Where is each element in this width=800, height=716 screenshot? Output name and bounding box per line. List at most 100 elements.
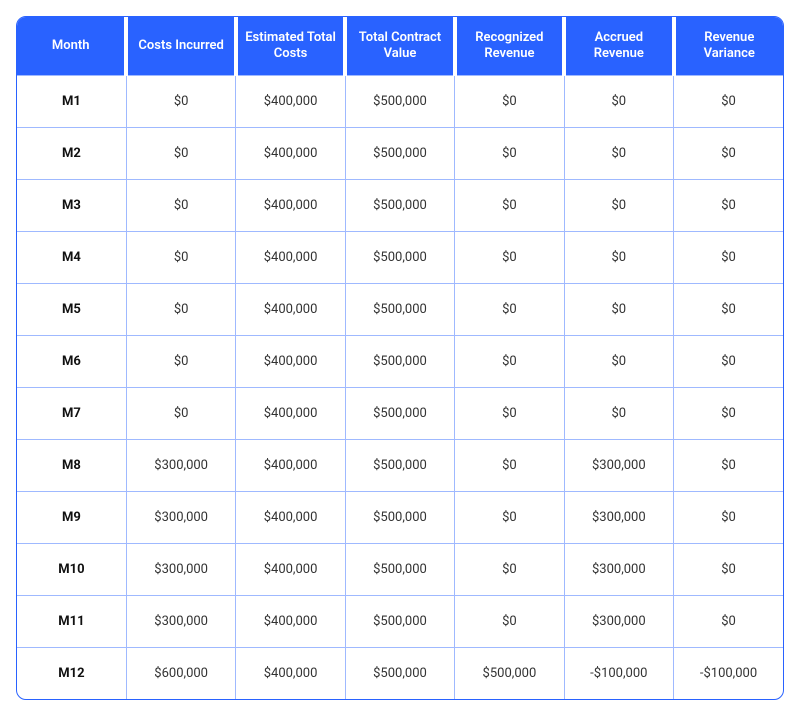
cell-total-contract-value: $500,000: [345, 543, 454, 595]
cell-month: M7: [17, 387, 126, 439]
cell-revenue-variance: $0: [674, 439, 783, 491]
cell-month: M1: [17, 75, 126, 127]
cell-costs-incurred: $0: [126, 283, 235, 335]
col-header-recognized-revenue: Recognized Revenue: [455, 17, 564, 75]
table-row: M8$300,000$400,000$500,000$0$300,000$0: [17, 439, 783, 491]
cell-recognized-revenue: $0: [455, 127, 564, 179]
cell-estimated-total-costs: $400,000: [236, 335, 345, 387]
cell-revenue-variance: $0: [674, 283, 783, 335]
cell-accrued-revenue: $0: [564, 335, 673, 387]
cell-total-contract-value: $500,000: [345, 75, 454, 127]
cell-month: M3: [17, 179, 126, 231]
col-header-estimated-total-costs: Estimated Total Costs: [236, 17, 345, 75]
cell-month: M5: [17, 283, 126, 335]
cell-total-contract-value: $500,000: [345, 335, 454, 387]
table-row: M9$300,000$400,000$500,000$0$300,000$0: [17, 491, 783, 543]
cell-month: M2: [17, 127, 126, 179]
cell-month: M4: [17, 231, 126, 283]
cell-recognized-revenue: $0: [455, 283, 564, 335]
cell-accrued-revenue: $0: [564, 387, 673, 439]
cell-recognized-revenue: $0: [455, 75, 564, 127]
cell-estimated-total-costs: $400,000: [236, 387, 345, 439]
cell-estimated-total-costs: $400,000: [236, 179, 345, 231]
table-row: M4$0$400,000$500,000$0$0$0: [17, 231, 783, 283]
col-header-month: Month: [17, 17, 126, 75]
table-row: M11$300,000$400,000$500,000$0$300,000$0: [17, 595, 783, 647]
cell-estimated-total-costs: $400,000: [236, 127, 345, 179]
cell-total-contract-value: $500,000: [345, 595, 454, 647]
cell-costs-incurred: $0: [126, 127, 235, 179]
table-row: M3$0$400,000$500,000$0$0$0: [17, 179, 783, 231]
cell-revenue-variance: $0: [674, 491, 783, 543]
cell-estimated-total-costs: $400,000: [236, 595, 345, 647]
cell-estimated-total-costs: $400,000: [236, 543, 345, 595]
table-body: M1$0$400,000$500,000$0$0$0M2$0$400,000$5…: [17, 75, 783, 699]
col-header-total-contract-value: Total Contract Value: [345, 17, 454, 75]
cell-revenue-variance: $0: [674, 543, 783, 595]
cell-month: M8: [17, 439, 126, 491]
cell-revenue-variance: $0: [674, 75, 783, 127]
cell-recognized-revenue: $0: [455, 387, 564, 439]
cell-revenue-variance: $0: [674, 127, 783, 179]
cell-recognized-revenue: $0: [455, 231, 564, 283]
cell-estimated-total-costs: $400,000: [236, 283, 345, 335]
cell-accrued-revenue: $300,000: [564, 543, 673, 595]
cell-total-contract-value: $500,000: [345, 231, 454, 283]
cell-total-contract-value: $500,000: [345, 127, 454, 179]
cell-recognized-revenue: $0: [455, 335, 564, 387]
cell-total-contract-value: $500,000: [345, 179, 454, 231]
cell-costs-incurred: $0: [126, 179, 235, 231]
revenue-table: Month Costs Incurred Estimated Total Cos…: [17, 17, 783, 699]
cell-costs-incurred: $300,000: [126, 491, 235, 543]
cell-accrued-revenue: $300,000: [564, 439, 673, 491]
cell-total-contract-value: $500,000: [345, 439, 454, 491]
cell-total-contract-value: $500,000: [345, 283, 454, 335]
cell-revenue-variance: $0: [674, 387, 783, 439]
table-row: M7$0$400,000$500,000$0$0$0: [17, 387, 783, 439]
cell-accrued-revenue: $0: [564, 283, 673, 335]
cell-costs-incurred: $300,000: [126, 439, 235, 491]
cell-month: M9: [17, 491, 126, 543]
table-row: M10$300,000$400,000$500,000$0$300,000$0: [17, 543, 783, 595]
cell-recognized-revenue: $0: [455, 179, 564, 231]
cell-accrued-revenue: -$100,000: [564, 647, 673, 699]
cell-costs-incurred: $600,000: [126, 647, 235, 699]
cell-revenue-variance: $0: [674, 335, 783, 387]
table-row: M2$0$400,000$500,000$0$0$0: [17, 127, 783, 179]
col-header-revenue-variance: Revenue Variance: [674, 17, 783, 75]
cell-revenue-variance: $0: [674, 179, 783, 231]
cell-accrued-revenue: $0: [564, 75, 673, 127]
cell-month: M12: [17, 647, 126, 699]
cell-accrued-revenue: $300,000: [564, 491, 673, 543]
cell-costs-incurred: $0: [126, 335, 235, 387]
cell-total-contract-value: $500,000: [345, 647, 454, 699]
table-row: M5$0$400,000$500,000$0$0$0: [17, 283, 783, 335]
table-row: M12$600,000$400,000$500,000$500,000-$100…: [17, 647, 783, 699]
cell-revenue-variance: $0: [674, 595, 783, 647]
cell-recognized-revenue: $500,000: [455, 647, 564, 699]
cell-accrued-revenue: $0: [564, 231, 673, 283]
cell-costs-incurred: $300,000: [126, 595, 235, 647]
cell-revenue-variance: -$100,000: [674, 647, 783, 699]
cell-costs-incurred: $0: [126, 387, 235, 439]
cell-costs-incurred: $0: [126, 75, 235, 127]
cell-recognized-revenue: $0: [455, 543, 564, 595]
table-row: M6$0$400,000$500,000$0$0$0: [17, 335, 783, 387]
cell-month: M10: [17, 543, 126, 595]
revenue-table-container: Month Costs Incurred Estimated Total Cos…: [16, 16, 784, 700]
cell-recognized-revenue: $0: [455, 439, 564, 491]
table-header: Month Costs Incurred Estimated Total Cos…: [17, 17, 783, 75]
cell-total-contract-value: $500,000: [345, 491, 454, 543]
cell-recognized-revenue: $0: [455, 491, 564, 543]
cell-accrued-revenue: $300,000: [564, 595, 673, 647]
cell-total-contract-value: $500,000: [345, 387, 454, 439]
col-header-costs-incurred: Costs Incurred: [126, 17, 235, 75]
cell-estimated-total-costs: $400,000: [236, 75, 345, 127]
col-header-accrued-revenue: Accrued Revenue: [564, 17, 673, 75]
cell-revenue-variance: $0: [674, 231, 783, 283]
cell-month: M6: [17, 335, 126, 387]
cell-estimated-total-costs: $400,000: [236, 231, 345, 283]
cell-costs-incurred: $0: [126, 231, 235, 283]
cell-estimated-total-costs: $400,000: [236, 491, 345, 543]
cell-costs-incurred: $300,000: [126, 543, 235, 595]
